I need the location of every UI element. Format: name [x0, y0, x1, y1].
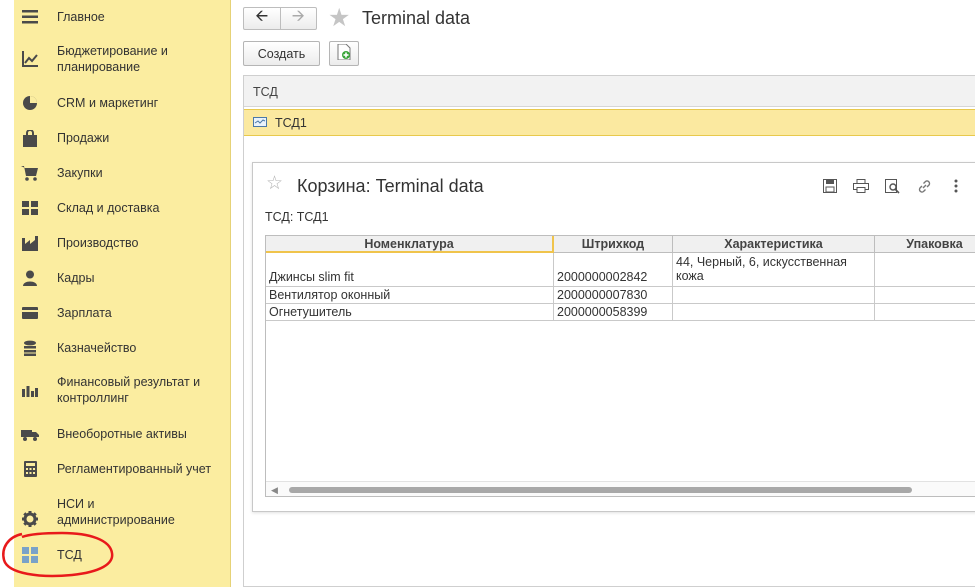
table-cell[interactable]: 2000000058399 — [554, 304, 673, 321]
sidebar-item-label: Регламентированный учет — [57, 462, 212, 476]
calculator-icon — [20, 459, 40, 479]
sidebar-item-label: Закупки — [57, 166, 103, 180]
main-content: 🡨 🡪 ★ Terminal data Создать ТСД ТСД1 ☆ К… — [231, 0, 975, 587]
star-icon[interactable]: ★ — [328, 5, 350, 31]
table-cell[interactable] — [875, 304, 975, 321]
truck-icon — [20, 424, 40, 444]
table-cell[interactable]: Джинсы slim fit — [266, 253, 554, 287]
more-icon[interactable] — [947, 177, 965, 195]
sidebar-item-label: Финансовый результат и контроллинг — [57, 375, 201, 405]
sidebar-item-fixed-assets[interactable]: Внеоборотные активы — [20, 424, 225, 444]
save-icon[interactable] — [821, 177, 839, 195]
sidebar-item-label: Главное — [57, 10, 105, 24]
sidebar-item-label: Внеоборотные активы — [57, 427, 187, 441]
history-nav: 🡨 🡪 — [243, 7, 317, 30]
sidebar-item-production[interactable]: Производство — [20, 233, 225, 253]
sidebar-item-financial-result[interactable]: Финансовый результат и контроллинг — [20, 374, 225, 406]
cart-icon — [20, 163, 40, 183]
sidebar-item-purchases[interactable]: Закупки — [20, 163, 225, 183]
table-cell[interactable] — [875, 253, 975, 287]
list-item-label: ТСД1 — [275, 115, 307, 130]
sidebar-item-budgeting[interactable]: Бюджетирование и планирование — [20, 43, 225, 75]
add-document-button[interactable] — [329, 41, 359, 66]
sidebar-item-main[interactable]: Главное — [20, 7, 225, 27]
sidebar-item-sales[interactable]: Продажи — [20, 128, 225, 148]
basket-table: Номенклатура Штрихкод Характеристика Упа… — [265, 235, 975, 497]
sidebar-item-label: Зарплата — [57, 306, 112, 320]
bar-chart-icon — [20, 380, 40, 400]
sidebar-item-label: Производство — [57, 236, 139, 250]
column-header-characteristic[interactable]: Характеристика — [673, 236, 875, 253]
wallet-icon — [20, 303, 40, 323]
chart-trend-icon — [20, 49, 40, 69]
sidebar-item-crm[interactable]: CRM и маркетинг — [20, 93, 225, 113]
warehouse-grid-icon — [20, 198, 40, 218]
back-button[interactable]: 🡨 — [244, 8, 280, 29]
sidebar-item-salary[interactable]: Зарплата — [20, 303, 225, 323]
table-cell[interactable]: 44, Черный, 6, искусственная кожа — [673, 253, 875, 287]
table-cell[interactable]: 2000000007830 — [554, 287, 673, 304]
table-cell[interactable]: Огнетушитель — [266, 304, 554, 321]
document-add-icon — [337, 43, 351, 63]
table-cell[interactable]: 2000000002842 — [554, 253, 673, 287]
sidebar-left-strip — [0, 0, 14, 587]
column-header-package[interactable]: Упаковка — [875, 236, 975, 253]
link-icon[interactable] — [915, 177, 933, 195]
column-header-barcode[interactable]: Штрихкод — [554, 236, 673, 253]
shopping-bag-icon — [20, 128, 40, 148]
list-column-header: ТСД — [244, 76, 975, 107]
pie-chart-icon — [20, 93, 40, 113]
create-button[interactable]: Создать — [243, 41, 320, 66]
preview-icon[interactable] — [883, 177, 901, 195]
scrollbar-thumb[interactable] — [289, 487, 912, 493]
sidebar-item-label: Бюджетирование и планирование — [57, 44, 168, 74]
page-title: Terminal data — [362, 8, 471, 28]
sidebar-item-nsi-admin[interactable]: НСИ и администрирование — [20, 495, 225, 529]
forward-button[interactable]: 🡪 — [279, 8, 317, 29]
factory-icon — [20, 233, 40, 253]
sidebar-item-treasury[interactable]: Казначейство — [20, 338, 225, 358]
terminal-icon — [253, 116, 267, 130]
list-item[interactable]: ТСД1 — [244, 109, 975, 136]
sidebar-item-regulated-accounting[interactable]: Регламентированный учет — [20, 459, 225, 479]
gear-icon — [20, 509, 40, 529]
print-icon[interactable] — [852, 177, 870, 195]
scroll-left-icon[interactable]: ◀ — [271, 485, 278, 496]
sidebar-item-label: Продажи — [57, 131, 110, 145]
sidebar: Главное Бюджетирование и планирование CR… — [0, 0, 231, 587]
sidebar-item-label: Кадры — [57, 271, 95, 285]
sidebar-item-hr[interactable]: Кадры — [20, 268, 225, 288]
table-cell[interactable] — [875, 287, 975, 304]
table-cell[interactable]: Вентилятор оконный — [266, 287, 554, 304]
tsd-line: ТСД: ТСД1 — [265, 210, 329, 224]
arrow-left-icon: 🡨 — [255, 8, 269, 25]
basket-title: Корзина: Terminal data — [297, 176, 484, 196]
star-icon[interactable]: ☆ — [266, 174, 283, 194]
horizontal-scrollbar[interactable]: ◀ — [266, 481, 975, 496]
sidebar-item-warehouse[interactable]: Склад и доставка — [20, 198, 225, 218]
sidebar-item-label: CRM и маркетинг — [57, 96, 159, 110]
basket-window: ☆ Корзина: Terminal data ТСД: ТСД1 Номен… — [252, 162, 975, 512]
sidebar-item-label: Склад и доставка — [57, 201, 160, 215]
table-cell[interactable] — [673, 287, 875, 304]
sidebar-item-label: НСИ и администрирование — [57, 497, 175, 527]
coins-icon — [20, 338, 40, 358]
menu-icon — [20, 7, 40, 27]
column-header-nomenclature[interactable]: Номенклатура — [266, 236, 554, 253]
annotation-circle — [2, 531, 114, 578]
person-icon — [20, 268, 40, 288]
sidebar-item-label: Казначейство — [57, 341, 137, 355]
arrow-right-icon: 🡪 — [291, 8, 305, 25]
table-cell[interactable] — [673, 304, 875, 321]
